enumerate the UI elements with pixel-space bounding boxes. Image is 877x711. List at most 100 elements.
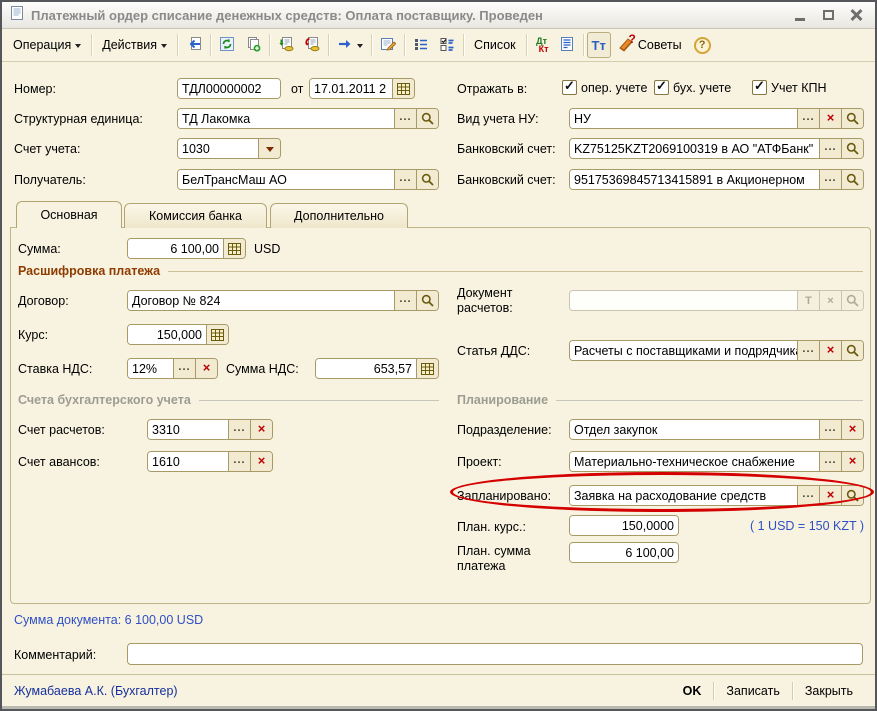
- checkbox-oper-uchet[interactable]: опер. учете: [562, 80, 647, 95]
- clear-button[interactable]: ×: [819, 109, 841, 128]
- bank-account-2-field[interactable]: 95175369845713415891 в Акционерном ...: [569, 169, 864, 190]
- copy-button[interactable]: [240, 32, 266, 58]
- vat-sum-field[interactable]: 653,57: [315, 358, 439, 379]
- account-field[interactable]: 1030: [177, 138, 281, 159]
- select-button[interactable]: ...: [797, 486, 819, 505]
- select-button[interactable]: ...: [394, 291, 416, 310]
- select-button[interactable]: ...: [819, 139, 841, 158]
- clear-button[interactable]: ×: [841, 452, 863, 471]
- maximize-button[interactable]: [817, 6, 839, 24]
- structural-unit-field[interactable]: ТД Лакомка ...: [177, 108, 439, 129]
- advance-account-label: Счет авансов:: [18, 455, 100, 470]
- magnifier-button[interactable]: [841, 139, 863, 158]
- actions-menu-button[interactable]: Действия: [95, 32, 174, 58]
- sum-label: Сумма:: [18, 242, 61, 257]
- calculator-button[interactable]: [206, 325, 228, 344]
- tax-accounting-toggle-button[interactable]: Тт: [587, 32, 611, 58]
- settlement-doc-field[interactable]: T ×: [569, 290, 864, 311]
- tips-button[interactable]: Советы: [611, 32, 689, 58]
- go-to-button[interactable]: [332, 32, 368, 58]
- close-form-button[interactable]: Закрыть: [793, 684, 865, 698]
- dropdown-button[interactable]: [258, 139, 280, 158]
- payee-field[interactable]: БелТрансМаш АО ...: [177, 169, 439, 190]
- refresh-icon: [219, 36, 235, 55]
- tab-bank-commission[interactable]: Комиссия банка: [124, 203, 267, 228]
- edit-document-button[interactable]: [375, 32, 401, 58]
- number-field[interactable]: ТДЛ00000002: [177, 78, 281, 99]
- settlement-account-field[interactable]: 3310 ... ×: [147, 419, 273, 440]
- ok-button[interactable]: OK: [671, 684, 714, 698]
- nu-kind-field[interactable]: НУ ... ×: [569, 108, 864, 129]
- vat-sum-label: Сумма НДС:: [226, 362, 299, 377]
- type-button[interactable]: T: [797, 291, 819, 310]
- select-button[interactable]: ...: [173, 359, 195, 378]
- select-button[interactable]: ...: [394, 170, 416, 189]
- plan-sum-field[interactable]: 6 100,00: [569, 542, 679, 563]
- save-close-icon: [186, 36, 202, 55]
- help-button[interactable]: ?: [689, 32, 716, 58]
- clear-button[interactable]: ×: [195, 359, 217, 378]
- list-button[interactable]: Список: [467, 32, 523, 58]
- save-and-close-button[interactable]: [181, 32, 207, 58]
- checkbox-box[interactable]: [654, 80, 669, 95]
- project-field[interactable]: Материально-техническое снабжение ... ×: [569, 451, 864, 472]
- calculator-button[interactable]: [223, 239, 245, 258]
- select-button[interactable]: ...: [394, 109, 416, 128]
- structure-button[interactable]: [408, 32, 434, 58]
- refresh-button[interactable]: [214, 32, 240, 58]
- close-button[interactable]: [845, 6, 867, 24]
- clear-button[interactable]: ×: [250, 452, 272, 471]
- tab-additional[interactable]: Дополнительно: [270, 203, 408, 228]
- magnifier-button[interactable]: [841, 486, 863, 505]
- magnifier-button[interactable]: [841, 170, 863, 189]
- clear-button[interactable]: ×: [250, 420, 272, 439]
- clear-button[interactable]: ×: [819, 341, 841, 360]
- select-button[interactable]: ...: [819, 452, 841, 471]
- select-button[interactable]: ...: [819, 420, 841, 439]
- planned-field[interactable]: Заявка на расходование средств ... ×: [569, 485, 864, 506]
- clear-button[interactable]: ×: [819, 291, 841, 310]
- bank-account-1-field[interactable]: KZ75125KZT2069100319 в АО "АТФБанк" ...: [569, 138, 864, 159]
- post-document-button[interactable]: [299, 32, 325, 58]
- department-field[interactable]: Отдел закупок ... ×: [569, 419, 864, 440]
- select-button[interactable]: ...: [819, 170, 841, 189]
- checkbox-buh-uchet[interactable]: бух. учете: [654, 80, 731, 95]
- marks-button[interactable]: [434, 32, 460, 58]
- select-button[interactable]: ...: [797, 341, 819, 360]
- operation-menu-button[interactable]: Операция: [6, 32, 88, 58]
- magnifier-button[interactable]: [416, 109, 438, 128]
- select-button[interactable]: ...: [228, 452, 250, 471]
- magnifier-button[interactable]: [841, 291, 863, 310]
- checkbox-box[interactable]: [562, 80, 577, 95]
- minimize-button[interactable]: [789, 6, 811, 24]
- sum-field[interactable]: 6 100,00: [127, 238, 246, 259]
- bank-account-2-label: Банковский счет:: [457, 173, 556, 188]
- write-button[interactable]: Записать: [714, 684, 791, 698]
- report-icon: [559, 36, 575, 55]
- rate-field[interactable]: 150,000: [127, 324, 229, 345]
- comment-input[interactable]: [127, 643, 863, 665]
- select-button[interactable]: ...: [228, 420, 250, 439]
- date-field[interactable]: 17.01.2011 2: [309, 78, 415, 99]
- clear-button[interactable]: ×: [819, 486, 841, 505]
- write-document-button[interactable]: [273, 32, 299, 58]
- clear-button[interactable]: ×: [841, 420, 863, 439]
- magnifier-button[interactable]: [416, 291, 438, 310]
- magnifier-button[interactable]: [841, 109, 863, 128]
- checkbox-uchet-kpn[interactable]: Учет КПН: [752, 80, 826, 95]
- magnifier-button[interactable]: [841, 341, 863, 360]
- vat-rate-field[interactable]: 12% ... ×: [127, 358, 218, 379]
- edit-notepad-icon: [380, 36, 396, 55]
- tab-main[interactable]: Основная: [16, 201, 122, 228]
- plan-rate-field[interactable]: 150,0000: [569, 515, 679, 536]
- dds-item-field[interactable]: Расчеты с поставщиками и подрядчиками ..…: [569, 340, 864, 361]
- report-button[interactable]: [554, 32, 580, 58]
- checkbox-box[interactable]: [752, 80, 767, 95]
- debit-credit-button[interactable]: ДтКт: [530, 32, 554, 58]
- contract-field[interactable]: Договор № 824 ...: [127, 290, 439, 311]
- calculator-button[interactable]: [416, 359, 438, 378]
- magnifier-button[interactable]: [416, 170, 438, 189]
- select-button[interactable]: ...: [797, 109, 819, 128]
- calendar-button[interactable]: [392, 79, 414, 98]
- advance-account-field[interactable]: 1610 ... ×: [147, 451, 273, 472]
